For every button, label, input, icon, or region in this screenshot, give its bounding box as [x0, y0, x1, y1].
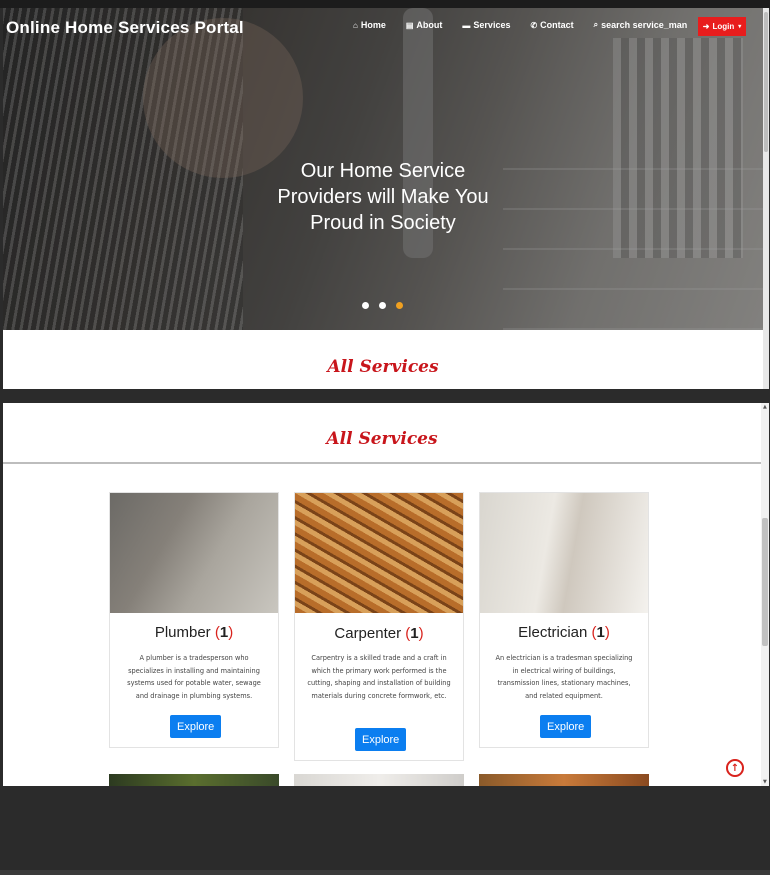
home-icon: ⌂ — [353, 20, 358, 30]
explore-button-carpenter[interactable]: Explore — [355, 728, 407, 751]
login-dropdown-button[interactable]: ➜ Login ▾ — [698, 17, 746, 36]
caret-down-icon: ▾ — [738, 24, 742, 30]
nav-about[interactable]: ▤ About — [406, 20, 443, 30]
scroll-up-arrow-icon[interactable]: ▲ — [763, 404, 767, 410]
service-description: An electrician is a tradesman specializi… — [495, 654, 633, 700]
service-card-carpenter: Carpenter (1) Carpentry is a skilled tra… — [294, 492, 464, 761]
service-name: Electrician (1) — [518, 624, 610, 641]
plumber-image — [110, 493, 278, 613]
nav-home[interactable]: ⌂ Home — [353, 20, 386, 30]
window-bottom-strip — [0, 870, 770, 875]
services-heading: All Services — [326, 429, 438, 449]
carpenter-image — [295, 493, 463, 613]
window-top-strip — [0, 0, 770, 8]
service-card-partial — [479, 774, 649, 786]
hero-caption: Our Home Service Providers will Make You… — [277, 160, 489, 234]
login-icon: ➜ — [702, 22, 710, 31]
nav-services[interactable]: ▬ Services — [462, 20, 510, 30]
service-name: Carpenter (1) — [334, 625, 424, 642]
phone-icon: ✆ — [530, 20, 538, 30]
explore-button-plumber[interactable]: Explore — [170, 715, 222, 738]
carousel-dot-3[interactable] — [396, 302, 403, 309]
site-brand[interactable]: Online Home Services Portal — [6, 18, 244, 38]
service-description: A plumber is a tradesperson who speciali… — [127, 654, 261, 700]
browser-viewport-bottom: All Services Plumber (1) A plumber is a … — [3, 403, 761, 786]
carousel-dot-2[interactable] — [379, 302, 386, 309]
carousel-indicators — [362, 302, 413, 309]
explore-button-electrician[interactable]: Explore — [540, 715, 592, 738]
main-nav: ⌂ Home ▤ About ▬ Services ✆ Contact ⌕ se… — [353, 20, 707, 30]
service-card-partial — [109, 774, 279, 786]
service-card-electrician: Electrician (1) An electrician is a trad… — [479, 492, 649, 748]
service-card-partial — [294, 774, 464, 786]
file-icon: ▤ — [405, 20, 414, 30]
nav-search-serviceman[interactable]: ⌕ search service_man — [594, 20, 688, 30]
carousel-dot-1[interactable] — [362, 302, 369, 309]
scrollbar-bottom[interactable]: ▲ ▼ — [761, 403, 769, 786]
service-description: Carpentry is a skilled trade and a craft… — [307, 654, 451, 700]
scroll-down-arrow-icon[interactable]: ▼ — [763, 779, 767, 785]
electrician-image — [480, 493, 648, 613]
hero-carousel: Online Home Services Portal ⌂ Home ▤ Abo… — [3, 8, 763, 330]
arrow-up-icon: ↑ — [730, 762, 740, 774]
service-name: Plumber (1) — [154, 624, 234, 641]
divider — [3, 462, 761, 464]
briefcase-icon: ▬ — [462, 20, 471, 30]
scroll-to-top-button[interactable]: ↑ — [726, 759, 744, 777]
scrollbar-top[interactable] — [763, 8, 769, 389]
browser-viewport-top: Online Home Services Portal ⌂ Home ▤ Abo… — [3, 8, 763, 389]
section-title: All Services — [327, 357, 439, 377]
nav-contact[interactable]: ✆ Contact — [530, 20, 573, 30]
search-icon: ⌕ — [593, 20, 599, 29]
service-card-plumber: Plumber (1) A plumber is a tradesperson … — [109, 492, 279, 748]
